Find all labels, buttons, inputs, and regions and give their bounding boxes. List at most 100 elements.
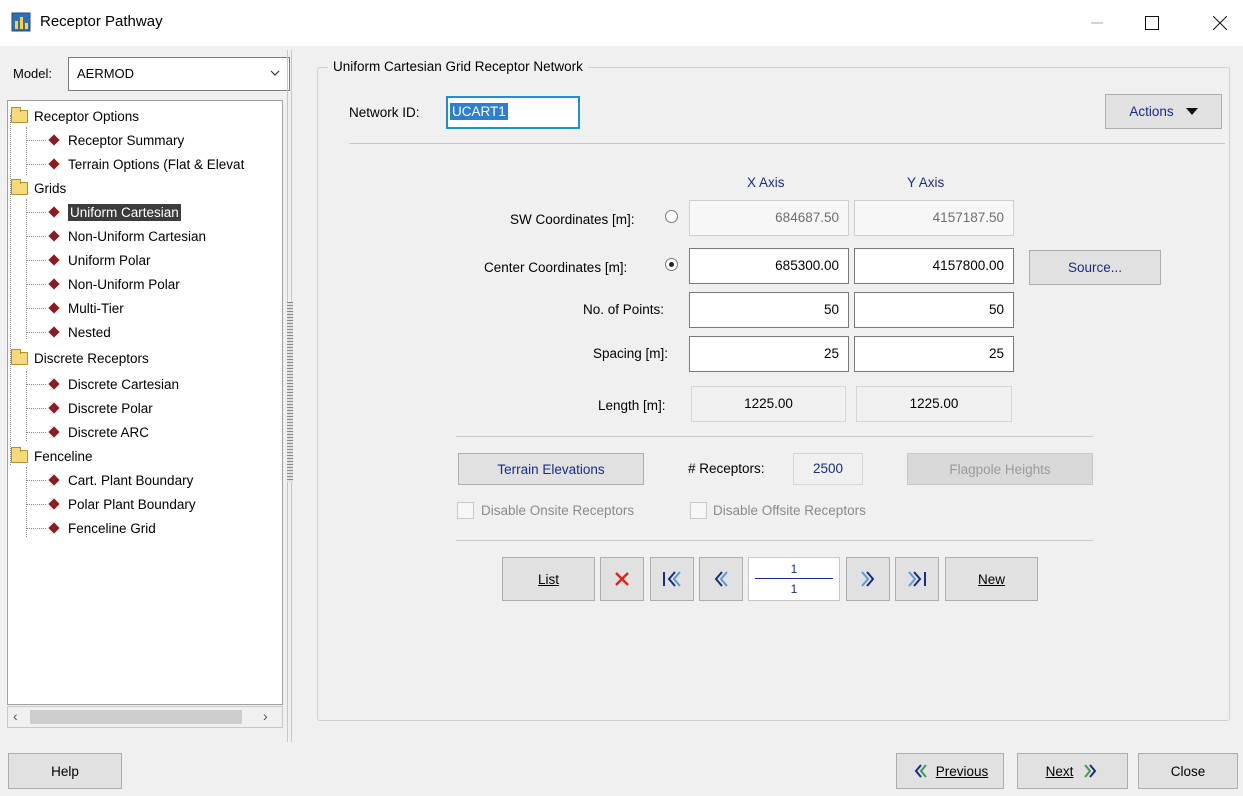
close-icon (1213, 16, 1227, 30)
length-label: Length [m]: (598, 398, 666, 413)
maximize-button[interactable] (1129, 0, 1175, 46)
diamond-icon (48, 134, 60, 146)
tree-discrete-cartesian[interactable]: Discrete Cartesian (48, 373, 179, 395)
points-x-input[interactable]: 50 (689, 292, 849, 328)
minimize-button[interactable] (1074, 0, 1120, 46)
receptors-count: 2500 (793, 453, 863, 485)
chevron-down-icon (270, 70, 280, 76)
close-window-button[interactable] (1197, 0, 1243, 46)
previous-icon (914, 764, 927, 778)
delete-button[interactable] (600, 557, 644, 601)
page-total: 1 (790, 582, 798, 596)
spacing-x-input[interactable]: 25 (689, 336, 849, 372)
tree-non-uniform-polar[interactable]: Non-Uniform Polar (48, 273, 180, 295)
scroll-left-icon[interactable]: ‹ (13, 708, 18, 724)
tree-receptor-options[interactable]: Receptor Options (11, 105, 139, 127)
close-button[interactable]: Close (1138, 753, 1238, 789)
tree-discrete-receptors[interactable]: Discrete Receptors (11, 347, 149, 369)
previous-icon (714, 571, 728, 587)
page-current: 1 (790, 562, 798, 576)
source-button[interactable]: Source... (1029, 250, 1161, 285)
tree-receptor-summary[interactable]: Receptor Summary (48, 129, 184, 151)
folder-icon (11, 106, 28, 123)
group-title: Uniform Cartesian Grid Receptor Network (328, 59, 588, 74)
previous-record-button[interactable] (699, 557, 743, 601)
diamond-icon (48, 378, 60, 390)
tree-multi-tier[interactable]: Multi-Tier (48, 297, 124, 319)
sw-coordinates-label: SW Coordinates [m]: (510, 212, 635, 227)
maximize-icon (1145, 16, 1159, 30)
scrollbar-thumb[interactable] (30, 710, 242, 724)
center-y-input[interactable]: 4157800.00 (854, 248, 1014, 284)
delete-x-icon (615, 572, 629, 586)
y-axis-header: Y Axis (907, 175, 945, 190)
diamond-icon (48, 498, 60, 510)
center-x-input[interactable]: 685300.00 (689, 248, 849, 284)
next-button[interactable]: Next (1017, 753, 1128, 789)
diamond-icon (48, 302, 60, 314)
diamond-icon (48, 326, 60, 338)
diamond-icon (48, 474, 60, 486)
previous-button[interactable]: Previous (896, 753, 1004, 789)
actions-button[interactable]: Actions (1105, 94, 1222, 129)
last-icon (908, 571, 926, 587)
tree-fenceline-grid[interactable]: Fenceline Grid (48, 517, 156, 539)
first-icon (663, 571, 681, 587)
sw-y-input[interactable]: 4157187.50 (854, 200, 1014, 236)
title-bar: Receptor Pathway (0, 0, 1243, 46)
spacing-y-input[interactable]: 25 (854, 336, 1014, 372)
model-label: Model: (13, 66, 53, 81)
app-icon (11, 12, 31, 32)
diamond-icon (48, 158, 60, 170)
tree-discrete-polar[interactable]: Discrete Polar (48, 397, 153, 419)
disable-onsite-label: Disable Onsite Receptors (481, 503, 635, 518)
model-value: AERMOD (77, 66, 135, 81)
points-label: No. of Points: (583, 302, 665, 317)
sw-x-input[interactable]: 684687.50 (689, 200, 849, 236)
next-icon (861, 571, 875, 587)
disable-offsite-label: Disable Offsite Receptors (713, 503, 866, 518)
length-x-value: 1225.00 (691, 386, 846, 422)
tree-fenceline[interactable]: Fenceline (11, 445, 93, 467)
diamond-icon (48, 402, 60, 414)
triangle-down-icon (1185, 107, 1198, 115)
disable-offsite-checkbox[interactable] (690, 502, 707, 519)
tree-grids[interactable]: Grids (11, 177, 66, 199)
tree-horizontal-scrollbar[interactable]: ‹ › (7, 706, 283, 728)
sw-coordinates-radio[interactable] (665, 210, 678, 223)
folder-icon (11, 348, 28, 365)
points-y-input[interactable]: 50 (854, 292, 1014, 328)
folder-icon (11, 178, 28, 195)
network-id-label: Network ID: (349, 105, 420, 120)
next-record-button[interactable] (846, 557, 890, 601)
center-coordinates-label: Center Coordinates [m]: (484, 260, 628, 275)
receptor-tree: Receptor Options Receptor Summary Terrai… (7, 100, 283, 705)
last-record-button[interactable] (895, 557, 939, 601)
window-title: Receptor Pathway (40, 13, 163, 30)
network-id-input[interactable]: UCART1 (446, 96, 580, 129)
tree-polar-plant-boundary[interactable]: Polar Plant Boundary (48, 493, 196, 515)
diamond-icon (48, 278, 60, 290)
center-coordinates-radio[interactable] (665, 258, 678, 271)
new-button[interactable]: New (945, 557, 1038, 601)
splitter-grip[interactable] (287, 302, 293, 482)
tree-non-uniform-cartesian[interactable]: Non-Uniform Cartesian (48, 225, 206, 247)
flagpole-heights-button[interactable]: Flagpole Heights (907, 453, 1093, 485)
tree-uniform-cartesian[interactable]: Uniform Cartesian (48, 201, 181, 223)
tree-cart-plant-boundary[interactable]: Cart. Plant Boundary (48, 469, 193, 491)
help-button[interactable]: Help (8, 753, 122, 789)
diamond-icon (48, 426, 60, 438)
tree-terrain-options[interactable]: Terrain Options (Flat & Elevat (48, 153, 244, 175)
scroll-right-icon[interactable]: › (263, 708, 268, 724)
tree-uniform-polar[interactable]: Uniform Polar (48, 249, 151, 271)
first-record-button[interactable] (650, 557, 694, 601)
model-row: Model: AERMOD (11, 57, 290, 91)
tree-nested[interactable]: Nested (48, 321, 111, 343)
spacing-label: Spacing [m]: (593, 346, 669, 361)
list-button[interactable]: List (502, 557, 595, 601)
disable-onsite-checkbox[interactable] (457, 502, 474, 519)
diamond-icon (48, 522, 60, 534)
terrain-elevations-button[interactable]: Terrain Elevations (458, 453, 644, 485)
tree-discrete-arc[interactable]: Discrete ARC (48, 421, 149, 443)
model-select[interactable]: AERMOD (68, 57, 290, 91)
